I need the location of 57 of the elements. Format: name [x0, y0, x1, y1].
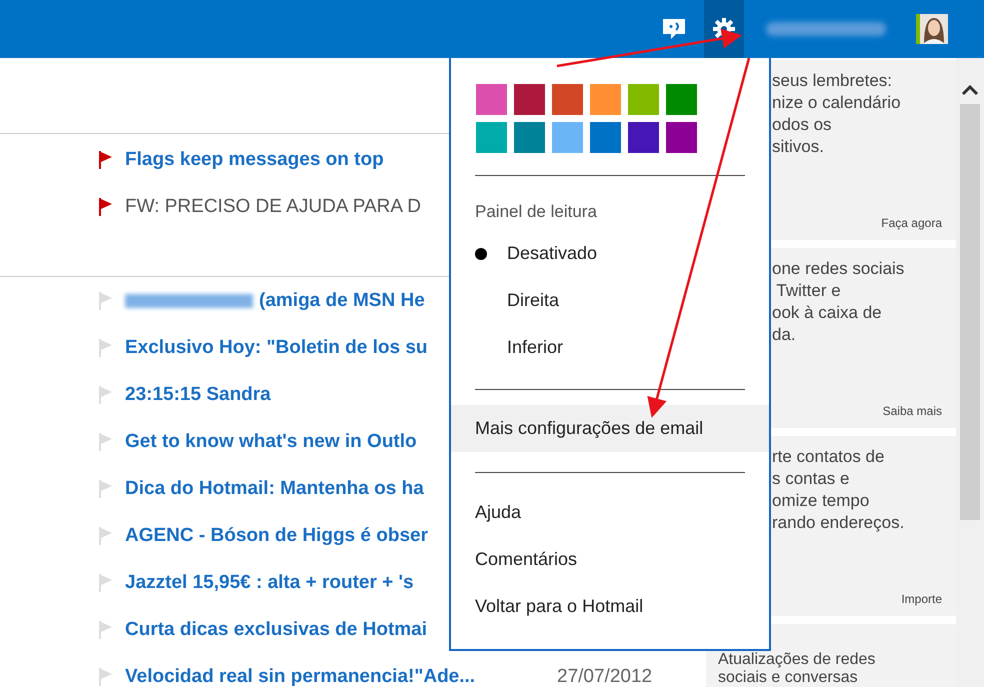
theme-color-swatch[interactable] — [666, 84, 697, 115]
message-subject[interactable]: Velocidad real sin permanencia!"Ade... — [125, 667, 476, 686]
message-subject[interactable]: Flags keep messages on top — [125, 150, 384, 169]
theme-color-swatch[interactable] — [590, 84, 621, 115]
promo-text: nize o calendário — [772, 92, 902, 114]
theme-color-swatch[interactable] — [628, 84, 659, 115]
theme-color-swatch[interactable] — [552, 122, 583, 153]
message-subject[interactable]: Get to know what's new in Outlo — [125, 432, 417, 451]
promo-text: omize tempo — [772, 490, 870, 512]
message-subject[interactable]: Curta dicas exclusivas de Hotmai — [125, 620, 428, 639]
message-subject[interactable]: FW: PRECISO DE AJUDA PARA D — [125, 197, 421, 216]
promo-text: da. — [772, 324, 797, 346]
message-subject[interactable]: Exclusivo Hoy: "Boletin de los su — [125, 338, 428, 357]
theme-color-swatch[interactable] — [514, 84, 545, 115]
reading-pane-option[interactable]: Desativado — [451, 230, 769, 277]
promo-link[interactable]: Importe — [901, 588, 942, 610]
flag-icon[interactable] — [99, 196, 113, 216]
menu-item[interactable]: Ajuda — [451, 489, 769, 536]
selected-dot-icon — [475, 248, 487, 260]
promo-text: ook à caixa de — [772, 302, 883, 324]
theme-color-swatch[interactable] — [590, 122, 621, 153]
scroll-up-icon[interactable] — [961, 84, 979, 96]
scrollbar[interactable] — [956, 58, 984, 687]
menu-item[interactable]: Mais configurações de email — [451, 405, 769, 452]
reading-pane-option[interactable]: Direita — [451, 277, 769, 324]
promo-text: odos os — [772, 114, 833, 136]
promo-link[interactable]: Faça agora — [881, 212, 942, 234]
theme-color-swatch[interactable] — [552, 84, 583, 115]
promo-link[interactable]: Saiba mais — [882, 400, 942, 422]
theme-color-swatch[interactable] — [628, 122, 659, 153]
promo-text: s contas e — [772, 468, 850, 490]
promo-text: seus lembretes: — [772, 70, 893, 92]
section-heading: Painel de leitura — [474, 201, 598, 222]
chat-icon[interactable] — [662, 18, 686, 40]
promo-text: Twitter e — [775, 280, 842, 302]
message-subject[interactable]: Dica do Hotmail: Mantenha os ha — [125, 479, 424, 498]
promo-text: one redes sociais — [772, 258, 906, 280]
message-subject[interactable]: (amiga de MSN He — [259, 291, 425, 310]
message-subject[interactable]: 23:15:15 Sandra — [125, 385, 271, 404]
scrollbar-thumb[interactable] — [960, 104, 980, 520]
promo-text: rando endereços. — [772, 512, 906, 534]
theme-color-swatch[interactable] — [666, 122, 697, 153]
promo-text: sitivos. — [772, 136, 825, 158]
message-date: 27/07/2012 — [557, 667, 652, 686]
menu-item[interactable]: Comentários — [451, 536, 769, 583]
theme-color-swatch[interactable] — [476, 84, 507, 115]
theme-color-swatch[interactable] — [476, 122, 507, 153]
theme-color-swatch[interactable] — [514, 122, 545, 153]
flag-icon[interactable] — [99, 150, 113, 170]
promo-text: sociais e conversas — [718, 669, 859, 687]
promo-text: rte contatos de — [772, 446, 886, 468]
reading-pane-option[interactable]: Inferior — [451, 324, 769, 371]
promo-text: Atualizações de redes — [718, 651, 876, 669]
message-subject[interactable]: AGENC - Bóson de Higgs é obser — [125, 526, 428, 545]
menu-item[interactable]: Voltar para o Hotmail — [451, 583, 769, 630]
settings-icon — [712, 17, 736, 41]
message-subject[interactable]: Jazztel 15,95€ : alta + router + 's — [125, 573, 414, 592]
